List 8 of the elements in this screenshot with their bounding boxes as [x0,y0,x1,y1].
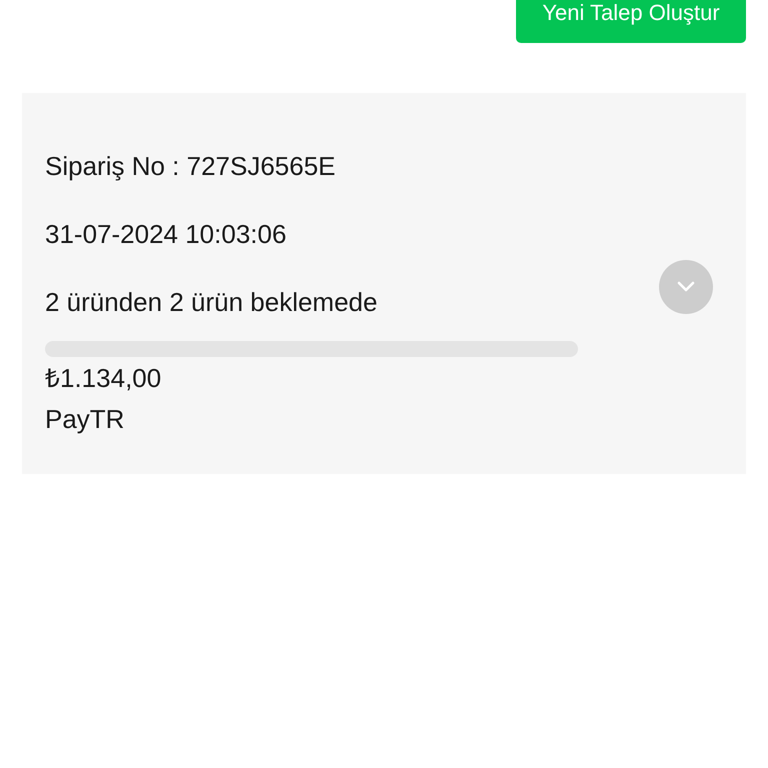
expand-button[interactable] [659,260,713,314]
new-request-button[interactable]: Yeni Talep Oluştur [516,0,746,43]
order-number: Sipariş No : 727SJ6565E [45,150,336,183]
order-amount: ₺1.134,00 [45,362,162,395]
payment-method: PayTR [45,403,124,436]
order-status: 2 üründen 2 ürün beklemede [45,286,378,319]
chevron-icon [676,281,696,293]
order-date: 31-07-2024 10:03:06 [45,218,286,251]
